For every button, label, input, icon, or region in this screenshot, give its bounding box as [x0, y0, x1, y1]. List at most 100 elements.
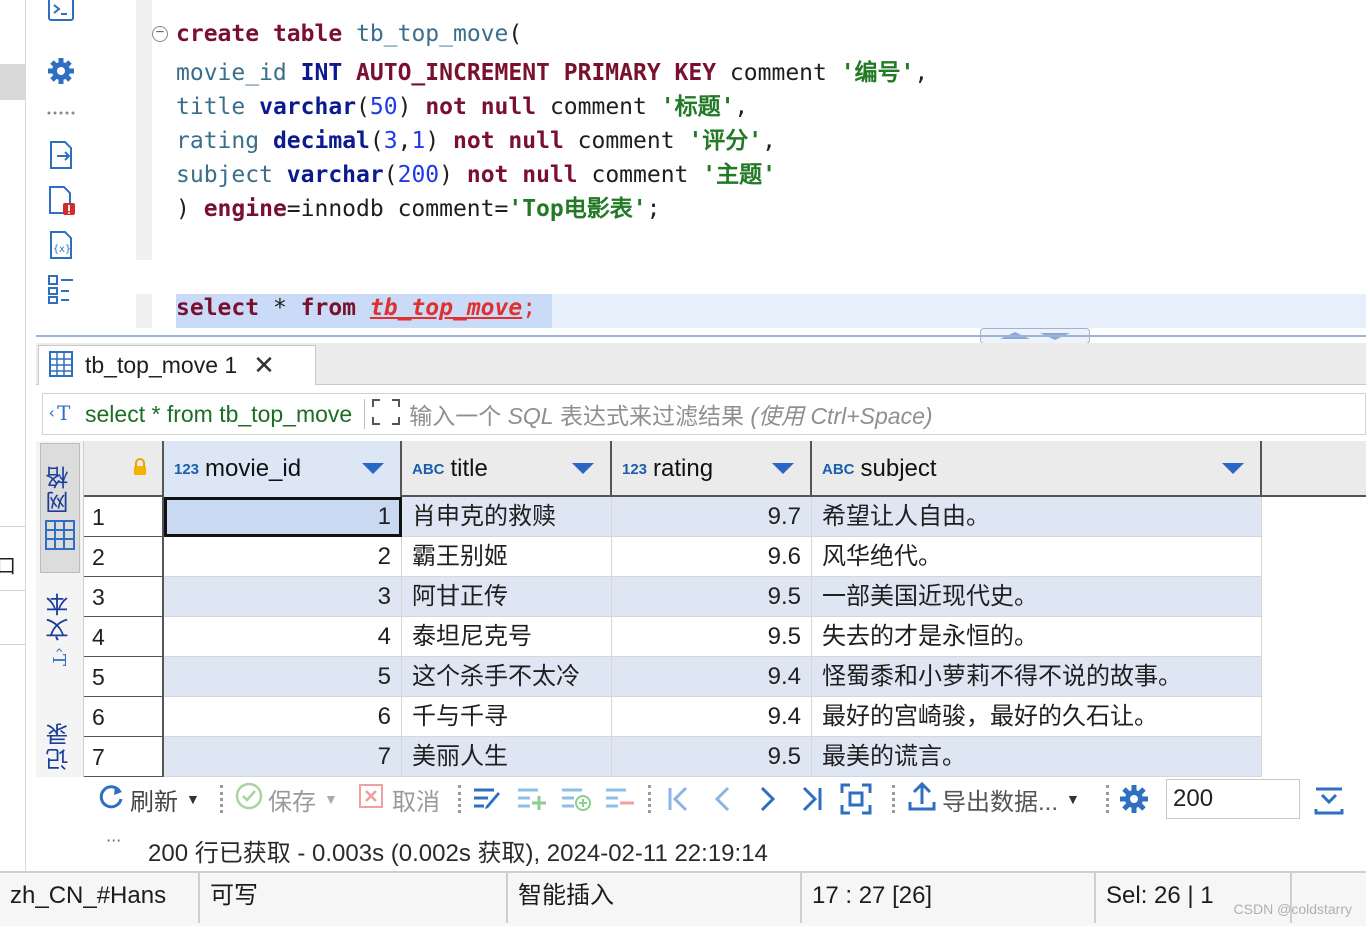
fetch-size-input[interactable]: 200 [1166, 779, 1300, 819]
table-cell-movie-id[interactable]: 5 [164, 657, 402, 697]
table-row[interactable]: 4 4 泰坦尼克号 9.5 失去的才是永恒的。 [84, 617, 1366, 657]
table-cell-title[interactable]: 千与千寻 [402, 697, 612, 737]
row-number[interactable]: 4 [84, 617, 164, 657]
table-cell-title[interactable]: 霸王别姬 [402, 537, 612, 577]
cancel-button[interactable]: 取消 [358, 777, 440, 821]
add-row-icon [518, 788, 546, 810]
filter-placeholder-a: 输入一个 [409, 403, 508, 429]
column-header-title[interactable]: ABC title [402, 441, 612, 497]
code-line-select[interactable]: select * from tb_top_move; [176, 291, 536, 325]
add-row-button[interactable] [516, 777, 548, 821]
variables-icon[interactable]: {x} [44, 228, 78, 262]
table-cell-title[interactable]: 美丽人生 [402, 737, 612, 777]
column-header-subject[interactable]: ABC subject [812, 441, 1262, 497]
row-number[interactable]: 5 [84, 657, 164, 697]
chevron-left-icon [714, 786, 730, 812]
status-more-dots[interactable]: ··· [106, 831, 121, 850]
refresh-button[interactable]: 刷新 ▼ [96, 777, 200, 821]
close-icon[interactable]: ✕ [253, 351, 275, 381]
table-cell-rating[interactable]: 9.4 [612, 697, 812, 737]
export-script-icon[interactable] [44, 138, 78, 172]
terminal-icon[interactable] [44, 0, 78, 26]
next-page-button[interactable] [756, 777, 778, 821]
fold-toggle-icon[interactable]: − [152, 25, 168, 42]
table-row[interactable]: 2 2 霸王别姬 9.6 风华绝代。 [84, 537, 1366, 577]
table-cell-movie-id[interactable]: 1 [164, 497, 402, 537]
table-cell-rating[interactable]: 9.6 [612, 537, 812, 577]
table-cell-rating[interactable]: 9.5 [612, 737, 812, 777]
table-row[interactable]: 3 3 阿甘正传 9.5 一部美国近现代史。 [84, 577, 1366, 617]
table-row[interactable]: 7 7 美丽人生 9.5 最美的谎言。 [84, 737, 1366, 777]
table-row[interactable]: 5 5 这个杀手不太冷 9.4 怪蜀黍和小萝莉不得不说的故事。 [84, 657, 1366, 697]
settings-button[interactable] [1118, 777, 1150, 821]
first-page-button[interactable] [666, 777, 692, 821]
gear-icon[interactable] [44, 54, 78, 88]
code-line[interactable]: rating decimal(3,1) not null comment '评分… [176, 124, 776, 158]
table-cell-rating[interactable]: 9.7 [612, 497, 812, 537]
fetch-next-button[interactable] [1312, 777, 1346, 821]
table-cell-subject[interactable]: 一部美国近现代史。 [812, 577, 1262, 617]
sql-editor[interactable]: − create table tb_top_move( movie_id INT … [86, 0, 1366, 335]
table-cell-subject[interactable]: 希望让人自由。 [812, 497, 1262, 537]
expand-icon[interactable] [371, 398, 401, 430]
chevron-right-icon [760, 786, 776, 812]
chevron-down-icon[interactable]: ▼ [324, 791, 338, 807]
delete-row-button[interactable] [604, 777, 636, 821]
filter-input[interactable]: 输入一个 SQL 表达式来过滤结果 (使用 Ctrl+Space) [409, 397, 932, 431]
table-cell-title[interactable]: 肖申克的救赎 [402, 497, 612, 537]
row-number[interactable]: 6 [84, 697, 164, 737]
chevron-down-icon[interactable]: ▼ [1066, 791, 1080, 807]
sort-arrow-icon[interactable] [1222, 463, 1244, 474]
table-cell-movie-id[interactable]: 6 [164, 697, 402, 737]
copy-row-button[interactable] [560, 777, 592, 821]
table-cell-subject[interactable]: 失去的才是永恒的。 [812, 617, 1262, 657]
table-cell-movie-id[interactable]: 4 [164, 617, 402, 657]
column-header-rating[interactable]: 123 rating [612, 441, 812, 497]
table-cell-title[interactable]: 这个杀手不太冷 [402, 657, 612, 697]
code-line[interactable]: movie_id INT AUTO_INCREMENT PRIMARY KEY … [176, 56, 928, 90]
save-button[interactable]: 保存 ▼ [234, 777, 338, 821]
export-data-button[interactable]: 导出数据... ▼ [908, 777, 1080, 821]
fetch-all-button[interactable] [840, 777, 872, 821]
tab-grid[interactable]: 网格 [40, 443, 80, 573]
chevron-down-icon[interactable]: ▼ [186, 791, 200, 807]
table-cell-rating[interactable]: 9.5 [612, 577, 812, 617]
table-cell-subject[interactable]: 怪蜀黍和小萝莉不得不说的故事。 [812, 657, 1262, 697]
row-number[interactable]: 3 [84, 577, 164, 617]
row-number[interactable]: 7 [84, 737, 164, 777]
tab-text[interactable]: 文本 ‹ T [40, 591, 80, 691]
editor-gutter [136, 294, 152, 328]
sort-arrow-icon[interactable] [772, 463, 794, 474]
table-cell-subject[interactable]: 风华绝代。 [812, 537, 1262, 577]
code-line[interactable]: title varchar(50) not null comment '标题', [176, 90, 748, 124]
table-cell-movie-id[interactable]: 2 [164, 537, 402, 577]
table-cell-movie-id[interactable]: 7 [164, 737, 402, 777]
table-cell-title[interactable]: 泰坦尼克号 [402, 617, 612, 657]
table-cell-subject[interactable]: 最好的宫崎骏，最好的久石让。 [812, 697, 1262, 737]
navigator-selection[interactable] [0, 64, 26, 100]
table-cell-title[interactable]: 阿甘正传 [402, 577, 612, 617]
code-line[interactable]: subject varchar(200) not null comment '主… [176, 158, 776, 192]
sort-arrow-icon[interactable] [362, 463, 384, 474]
column-header-movie-id[interactable]: 123 movie_id [164, 441, 402, 497]
last-page-button[interactable] [798, 777, 824, 821]
table-cell-subject[interactable]: 最美的谎言。 [812, 737, 1262, 777]
code-token: not null [466, 162, 578, 188]
row-number[interactable]: 2 [84, 537, 164, 577]
sort-arrow-icon[interactable] [572, 463, 594, 474]
table-cell-rating[interactable]: 9.5 [612, 617, 812, 657]
tab-results[interactable]: tb_top_move 1 ✕ [38, 345, 316, 385]
code-line[interactable]: create table tb_top_move( [176, 17, 522, 51]
table-row[interactable]: 1 1 肖申克的救赎 9.7 希望让人自由。 [84, 497, 1366, 537]
tab-record[interactable]: 记录 [40, 721, 80, 777]
row-number[interactable]: 1 [84, 497, 164, 537]
outline-icon[interactable] [44, 272, 78, 306]
edit-row-button[interactable] [472, 777, 504, 821]
table-cell-rating[interactable]: 9.4 [612, 657, 812, 697]
table-row[interactable]: 6 6 千与千寻 9.4 最好的宫崎骏，最好的久石让。 [84, 697, 1366, 737]
script-error-icon[interactable] [44, 184, 78, 218]
table-cell-movie-id[interactable]: 3 [164, 577, 402, 617]
previous-page-button[interactable] [712, 777, 734, 821]
code-line[interactable]: ) engine=innodb comment='Top电影表'; [176, 192, 660, 226]
